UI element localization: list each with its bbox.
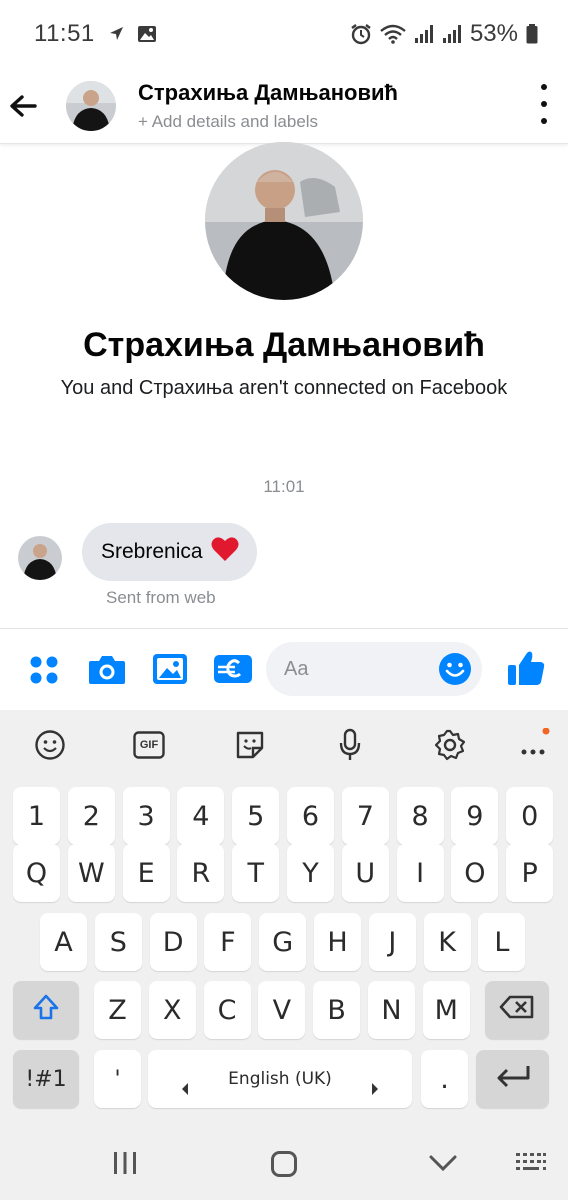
home-icon[interactable]: [268, 1148, 300, 1180]
key-c[interactable]: C: [203, 981, 251, 1039]
key-s[interactable]: S: [94, 913, 142, 971]
profile-picture[interactable]: [205, 142, 363, 300]
chevron-left-icon: [180, 1072, 190, 1103]
avatar[interactable]: [18, 536, 62, 580]
add-details-link[interactable]: + Add details and labels: [138, 112, 398, 132]
enter-icon: [494, 1064, 532, 1095]
gif-button[interactable]: GIF: [133, 728, 165, 762]
key-2[interactable]: 2: [67, 787, 115, 845]
camera-icon[interactable]: [88, 652, 126, 686]
key-q[interactable]: Q: [13, 844, 60, 902]
gif-label: GIF: [139, 739, 159, 751]
key-g[interactable]: G: [259, 913, 307, 971]
shift-icon: [32, 993, 60, 1028]
like-icon[interactable]: [506, 648, 546, 688]
heart-icon: [211, 536, 239, 568]
key-x[interactable]: X: [148, 981, 196, 1039]
apps-icon[interactable]: [28, 654, 60, 686]
settings-icon[interactable]: [433, 728, 467, 762]
key-o[interactable]: O: [451, 844, 499, 902]
message-timestamp: 11:01: [263, 477, 305, 496]
signal-icon: [442, 24, 462, 44]
key-p[interactable]: P: [506, 844, 554, 902]
key-7[interactable]: 7: [341, 787, 389, 845]
gallery-icon: [137, 25, 157, 43]
message-meta: Sent from web: [106, 588, 216, 607]
sticker-icon[interactable]: [233, 728, 267, 762]
key-9[interactable]: 9: [451, 787, 499, 845]
mic-icon[interactable]: [333, 728, 367, 762]
key-i[interactable]: I: [396, 844, 444, 902]
key-m[interactable]: M: [422, 981, 470, 1039]
key-w[interactable]: W: [67, 844, 115, 902]
back-icon[interactable]: [428, 1148, 458, 1178]
key-t[interactable]: T: [232, 844, 280, 902]
alarm-icon: [350, 23, 372, 45]
key-6[interactable]: 6: [287, 787, 334, 845]
message-text: Srebrenica: [101, 540, 203, 563]
wifi-icon: [380, 24, 406, 44]
avatar[interactable]: [66, 80, 116, 131]
backspace-key[interactable]: [485, 981, 549, 1039]
key-3[interactable]: 3: [122, 787, 170, 845]
message-bubble[interactable]: Srebrenica: [82, 523, 257, 581]
key-0[interactable]: 0: [506, 787, 554, 845]
key-f[interactable]: F: [204, 913, 252, 971]
image-icon[interactable]: [152, 652, 188, 686]
apostrophe-key[interactable]: ': [94, 1050, 141, 1108]
key-y[interactable]: Y: [287, 844, 334, 902]
enter-key[interactable]: [476, 1050, 549, 1108]
key-1[interactable]: 1: [13, 787, 60, 845]
more-icon[interactable]: [518, 728, 552, 762]
emoji-icon[interactable]: [33, 728, 67, 762]
chevron-right-icon: [370, 1072, 380, 1103]
key-b[interactable]: B: [313, 981, 361, 1039]
language-label: English (UK): [228, 1069, 332, 1089]
key-8[interactable]: 8: [396, 787, 444, 845]
status-bar: 11:51 53%: [0, 0, 568, 68]
backspace-icon: [499, 995, 535, 1026]
battery-icon: [526, 24, 538, 44]
connection-note: You and Страхиња aren't connected on Fac…: [60, 377, 508, 399]
key-l[interactable]: L: [478, 913, 526, 971]
keyboard-icon[interactable]: [514, 1148, 548, 1178]
key-z[interactable]: Z: [94, 981, 141, 1039]
message-input-placeholder: Aa: [284, 658, 309, 680]
navigation-arrow-icon: [107, 25, 125, 43]
conversation-header: Страхиња Дамњановић + Add details and la…: [0, 68, 568, 144]
symbols-key[interactable]: !#1: [13, 1050, 79, 1108]
key-r[interactable]: R: [177, 844, 225, 902]
signal-icon: [414, 24, 434, 44]
key-k[interactable]: K: [423, 913, 471, 971]
key-u[interactable]: U: [341, 844, 389, 902]
key-j[interactable]: J: [368, 913, 416, 971]
shift-key[interactable]: [13, 981, 79, 1039]
battery-percent: 53%: [469, 20, 518, 47]
key-5[interactable]: 5: [232, 787, 280, 845]
keyboard: GIF 1234567890 QWERTYUIOP ASDFGHJKL ZXCVBNM…: [0, 710, 568, 1200]
period-key[interactable]: .: [421, 1050, 468, 1108]
profile-name: Страхиња Дамњановић: [83, 326, 485, 364]
keyboard-toolbar: GIF: [0, 710, 568, 778]
key-e[interactable]: E: [122, 844, 170, 902]
system-nav-bar: [0, 1130, 568, 1200]
key-4[interactable]: 4: [177, 787, 225, 845]
key-v[interactable]: V: [258, 981, 306, 1039]
message-input[interactable]: Aa: [266, 642, 482, 696]
more-options-icon[interactable]: [536, 84, 552, 124]
key-d[interactable]: D: [149, 913, 197, 971]
key-h[interactable]: H: [314, 913, 361, 971]
key-n[interactable]: N: [368, 981, 415, 1039]
pay-icon[interactable]: [213, 652, 253, 686]
key-a[interactable]: A: [40, 913, 87, 971]
contact-name[interactable]: Страхиња Дамњановић: [138, 80, 398, 106]
back-arrow-icon[interactable]: [4, 87, 42, 125]
spacebar[interactable]: English (UK): [148, 1050, 412, 1108]
status-time: 11:51: [34, 20, 95, 47]
recents-icon[interactable]: [110, 1148, 140, 1178]
emoji-icon[interactable]: [438, 652, 472, 691]
